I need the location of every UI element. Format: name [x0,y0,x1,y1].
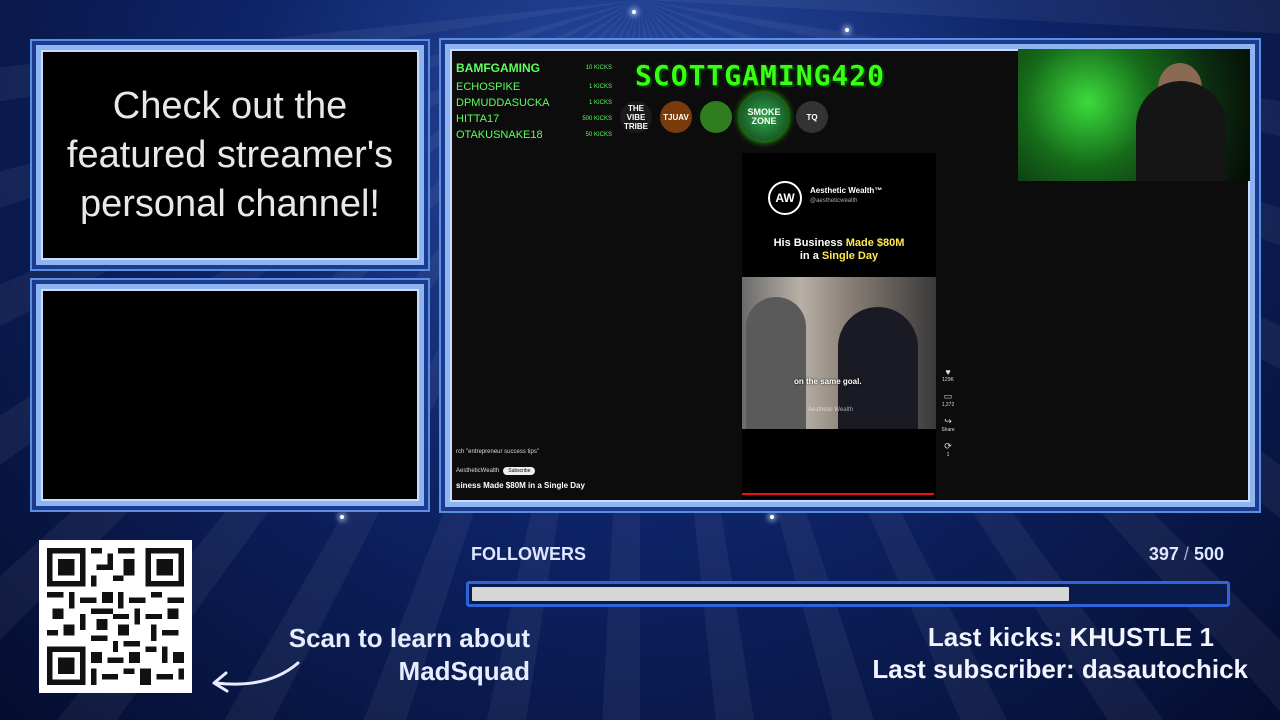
followers-current: 397 [1148,544,1179,564]
share-icon: ↪ [944,416,952,426]
smoke-zone-logo: SMOKE ZONE [740,93,788,141]
followers-separator: / [1183,544,1189,564]
comment-icon: ▭ [943,391,953,401]
headline-text: in a [799,250,822,262]
video-short-card[interactable]: AW Aesthetic Wealth™ @aestheticwealth Hi… [742,153,936,499]
kick-leaderboard: BAMFGAMING 10 KICKS ECHOSPIKE 1 KICKS DP… [456,57,612,143]
kick-name: BAMFGAMING [456,61,540,75]
headline-highlight: Made $80M [845,237,905,249]
kick-row: BAMFGAMING 10 KICKS [456,57,612,79]
channel-avatar[interactable]: AW [768,181,802,215]
secondary-camera-panel [36,284,424,506]
logo-text: SMOKE ZONE [747,107,781,126]
share-label: Share [941,427,955,433]
streamer-banner-title: SCOTTGAMING420 [635,59,886,92]
channel-name[interactable]: Aesthetic Wealth™ [810,186,882,195]
headline-highlight: Single Day [821,250,879,262]
streamer-webcam [1018,49,1250,181]
kick-amount: 500 KICKS [582,116,612,122]
curved-arrow-icon [212,661,300,693]
kick-row: HITTA17 500 KICKS [456,111,612,127]
kick-name: DPMUDDASUCKA [456,97,550,109]
last-kicks-label: Last kicks: KHUSTLE 1 [927,622,1214,652]
tjuav-logo: TJUAV [660,101,692,133]
background-star [845,28,849,32]
kick-row: OTAKUSNAKE18 50 KICKS [456,127,612,143]
logo-text: TJUAV [663,112,689,122]
kick-row: DPMUDDASUCKA 1 KICKS [456,95,612,111]
video-watermark: Aesthetic Wealth [808,407,853,413]
tq-logo: TQ [796,101,828,133]
background-star [770,515,774,519]
kick-name: ECHOSPIKE [456,81,521,93]
like-count: 129K [942,377,954,383]
followers-count: 397 / 500 [1149,544,1224,565]
like-action[interactable]: ♥ 129K [940,367,956,383]
qr-caption-line: Scan to learn about [288,623,530,653]
comment-count: 1,272 [941,402,955,408]
short-actions: ♥ 129K ▭ 1,272 ↪ Share ⟳ 1 [940,367,956,466]
logo-text: TQ [806,112,818,122]
person-figure [746,297,806,429]
remix-action[interactable]: ⟳ 1 [940,441,956,458]
headline-text: His Business [773,237,846,249]
streamer-body [1136,81,1226,181]
kick-name: HITTA17 [456,113,500,125]
subscribe-button[interactable]: Subscribe [503,467,536,475]
followers-goal: 500 [1193,544,1224,564]
video-channel-name[interactable]: AestheticWealth [456,468,499,474]
heart-icon: ♥ [945,367,951,377]
kick-amount: 1 KICKS [588,84,612,90]
share-action[interactable]: ↪ Share [940,416,956,433]
logo-text: THE VIBE TRIBE [624,103,648,131]
search-hint[interactable]: rch "entrepreneur success tips" [456,449,539,455]
kick-amount: 50 KICKS [585,132,612,138]
stream-panel: BAMFGAMING 10 KICKS ECHOSPIKE 1 KICKS DP… [445,44,1255,507]
remix-count: 1 [946,452,950,458]
followers-progress-fill [472,587,1070,601]
sponsor-logos: THE VIBE TRIBE TJUAV SMOKE ZONE TQ [620,93,828,141]
background-star [632,10,636,14]
background-star [340,515,344,519]
kick-name: OTAKUSNAKE18 [456,129,543,141]
remix-icon: ⟳ [944,441,952,451]
promo-text: Check out the featured streamer's person… [66,84,394,225]
comment-action[interactable]: ▭ 1,272 [940,391,956,408]
the-vibe-tribe-logo: THE VIBE TRIBE [620,101,652,133]
video-title: siness Made $80M in a Single Day [456,481,585,490]
channel-handle: @aestheticwealth [810,198,858,204]
video-headline: His Business Made $80M in a Single Day [742,237,936,263]
video-frame: on the same goal. Aesthetic Wealth [742,277,936,429]
video-caption: on the same goal. [794,377,862,386]
followers-progress-bar [466,581,1230,607]
kick-amount: 10 KICKS [585,65,612,71]
qr-code-image [47,548,184,685]
qr-code [39,540,192,693]
last-subscriber-label: Last subscriber: dasautochick [872,654,1248,684]
promo-panel: Check out the featured streamer's person… [36,45,424,265]
video-channel-row: AestheticWealth Subscribe [456,467,536,475]
kick-amount: 1 KICKS [588,100,612,106]
kick-row: ECHOSPIKE 1 KICKS [456,79,612,95]
video-progress-bar[interactable] [742,493,934,495]
green-team-logo [700,101,732,133]
followers-label: FOLLOWERS [471,544,586,564]
